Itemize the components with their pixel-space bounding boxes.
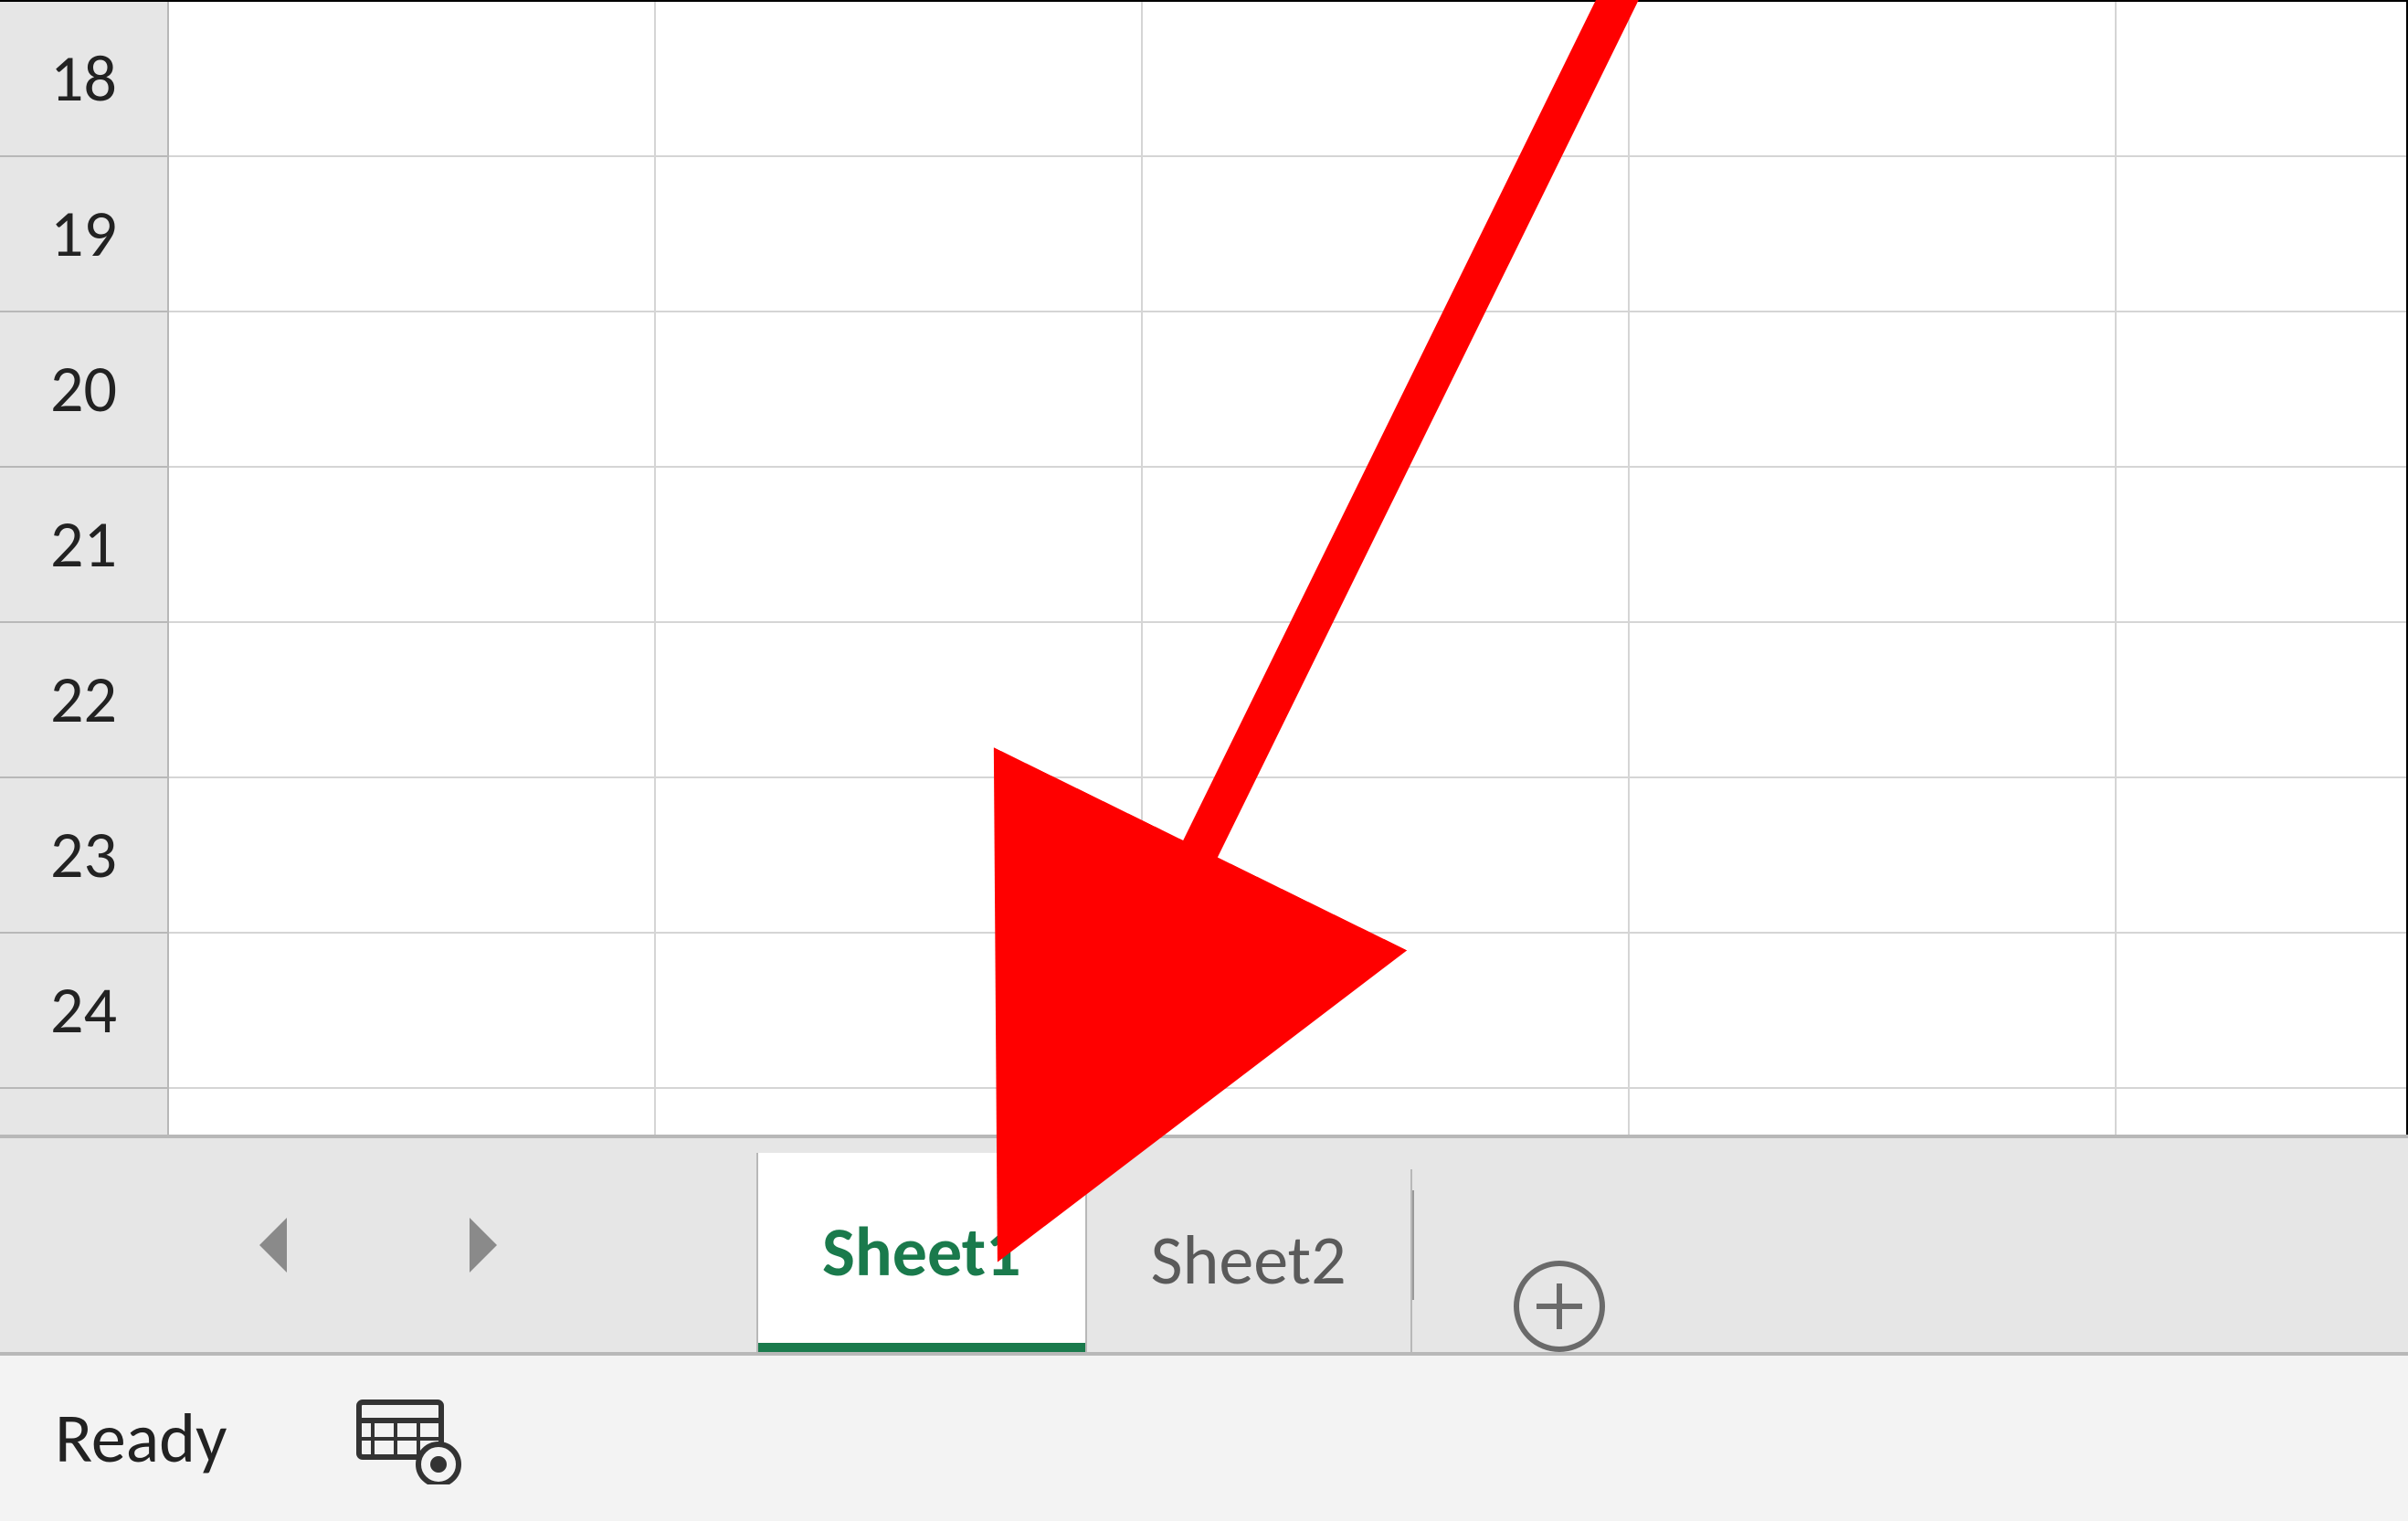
cell[interactable] bbox=[169, 157, 656, 312]
plus-icon bbox=[1514, 1261, 1605, 1352]
cell[interactable] bbox=[169, 778, 656, 934]
cell[interactable] bbox=[1630, 312, 2117, 468]
spreadsheet-grid[interactable]: 18 19 20 21 bbox=[0, 0, 2408, 1135]
sheet-tab-bar: Sheet1 Sheet2 bbox=[0, 1135, 2408, 1352]
cell[interactable] bbox=[2117, 312, 2408, 468]
cell[interactable] bbox=[169, 2, 656, 157]
row-header[interactable]: 23 bbox=[0, 778, 169, 934]
cell[interactable] bbox=[1630, 778, 2117, 934]
cell[interactable] bbox=[2117, 934, 2408, 1089]
add-sheet-button[interactable] bbox=[1451, 1261, 1668, 1352]
cell[interactable] bbox=[656, 312, 1143, 468]
cell[interactable] bbox=[169, 312, 656, 468]
row-header[interactable]: 18 bbox=[0, 2, 169, 157]
cell[interactable] bbox=[656, 1089, 1143, 1135]
sheet-tab-divider bbox=[1412, 1190, 1414, 1300]
sheet-tab-label: Sheet1 bbox=[822, 1210, 1021, 1294]
cell[interactable] bbox=[1143, 934, 1630, 1089]
row-header[interactable]: 22 bbox=[0, 623, 169, 778]
cell[interactable] bbox=[1143, 312, 1630, 468]
cell[interactable] bbox=[169, 1089, 656, 1135]
cell[interactable] bbox=[1630, 2, 2117, 157]
cell[interactable] bbox=[2117, 468, 2408, 623]
cell[interactable] bbox=[656, 778, 1143, 934]
cell[interactable] bbox=[1143, 623, 1630, 778]
row-header[interactable]: 25 bbox=[0, 1089, 169, 1135]
cell[interactable] bbox=[169, 623, 656, 778]
status-bar: Ready bbox=[0, 1352, 2408, 1521]
sheet-nav bbox=[0, 1138, 756, 1352]
cell[interactable] bbox=[656, 2, 1143, 157]
cell[interactable] bbox=[1143, 1089, 1630, 1135]
cell[interactable] bbox=[1630, 157, 2117, 312]
cell[interactable] bbox=[169, 468, 656, 623]
row-header[interactable]: 20 bbox=[0, 312, 169, 468]
cell[interactable] bbox=[656, 934, 1143, 1089]
row-header[interactable]: 21 bbox=[0, 468, 169, 623]
status-ready-label: Ready bbox=[55, 1397, 227, 1481]
sheet-tab-sheet2[interactable]: Sheet2 bbox=[1087, 1169, 1412, 1352]
cell[interactable] bbox=[2117, 2, 2408, 157]
cell[interactable] bbox=[1143, 778, 1630, 934]
cell[interactable] bbox=[656, 157, 1143, 312]
sheet-nav-prev-button[interactable] bbox=[250, 1218, 305, 1273]
sheet-tab-label: Sheet2 bbox=[1151, 1219, 1347, 1303]
cell[interactable] bbox=[1630, 934, 2117, 1089]
sheet-tab-sheet1[interactable]: Sheet1 bbox=[756, 1153, 1087, 1352]
cell[interactable] bbox=[1143, 468, 1630, 623]
cell[interactable] bbox=[2117, 1089, 2408, 1135]
cell[interactable] bbox=[1630, 1089, 2117, 1135]
macro-recording-icon[interactable] bbox=[354, 1393, 464, 1484]
cell[interactable] bbox=[656, 623, 1143, 778]
cell[interactable] bbox=[656, 468, 1143, 623]
cell[interactable] bbox=[1630, 623, 2117, 778]
sheet-nav-next-button[interactable] bbox=[451, 1218, 506, 1273]
row-header[interactable]: 19 bbox=[0, 157, 169, 312]
cell[interactable] bbox=[1143, 2, 1630, 157]
cell[interactable] bbox=[2117, 778, 2408, 934]
row-header[interactable]: 24 bbox=[0, 934, 169, 1089]
cell[interactable] bbox=[2117, 623, 2408, 778]
cell[interactable] bbox=[1630, 468, 2117, 623]
cell[interactable] bbox=[2117, 157, 2408, 312]
cell[interactable] bbox=[1143, 157, 1630, 312]
sheet-tabs: Sheet1 Sheet2 bbox=[756, 1138, 1668, 1352]
cell[interactable] bbox=[169, 934, 656, 1089]
